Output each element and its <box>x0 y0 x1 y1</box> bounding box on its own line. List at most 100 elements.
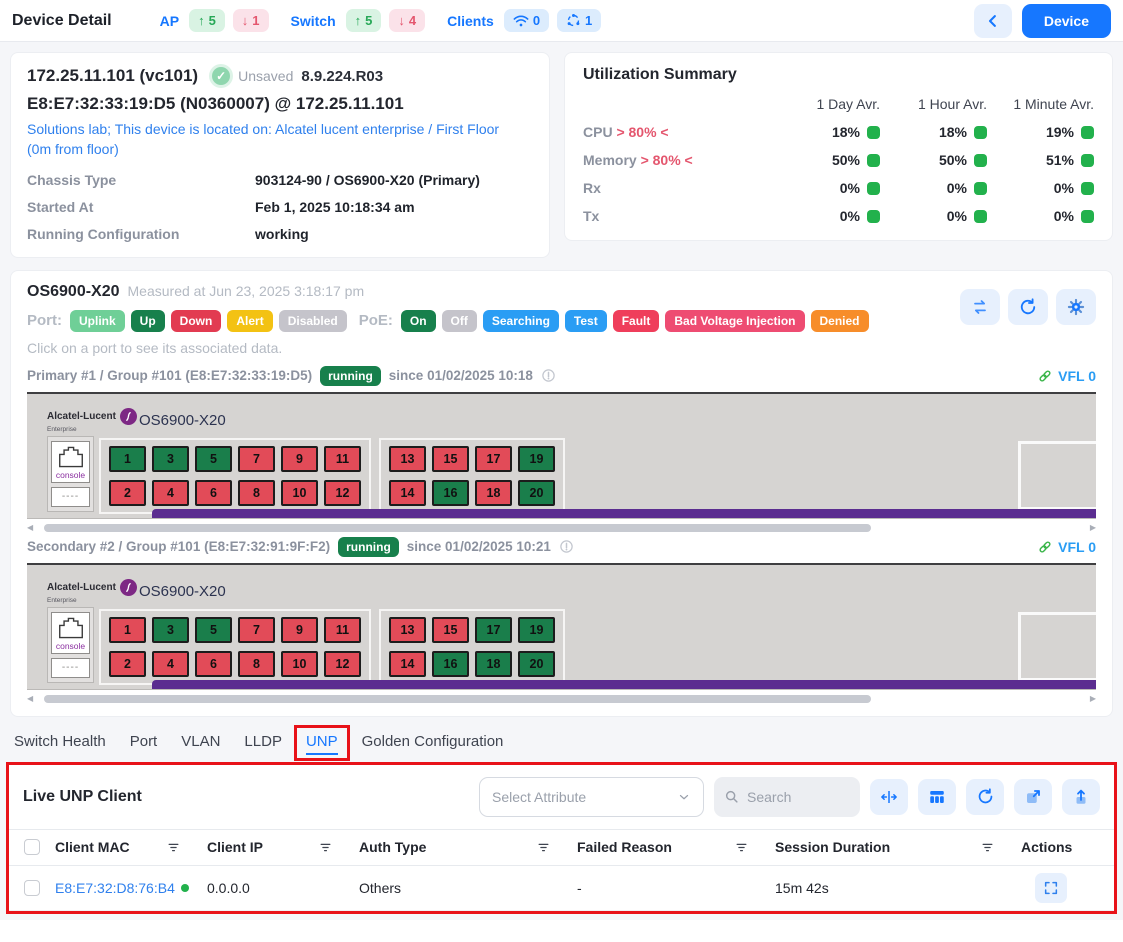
scroll-left-icon[interactable]: ◀ <box>27 524 33 532</box>
port[interactable]: 7 <box>238 617 275 643</box>
scrollbar-thumb[interactable] <box>44 524 871 532</box>
rj45-icon <box>56 615 86 641</box>
filter-icon[interactable] <box>166 840 181 855</box>
port[interactable]: 16 <box>432 651 469 677</box>
status-ok-icon <box>974 210 987 223</box>
top-actions: Device <box>974 4 1111 38</box>
port[interactable]: 20 <box>518 480 555 506</box>
open-external-button[interactable] <box>1014 779 1052 815</box>
ap-up-badge: ↑5 <box>189 9 225 32</box>
port[interactable]: 18 <box>475 651 512 677</box>
port[interactable]: 18 <box>475 480 512 506</box>
port[interactable]: 10 <box>281 480 318 506</box>
port[interactable]: 14 <box>389 651 426 677</box>
port[interactable]: 20 <box>518 651 555 677</box>
columns-button[interactable] <box>918 779 956 815</box>
metric-value: 0% <box>880 180 987 196</box>
expand-row-button[interactable] <box>1035 873 1067 903</box>
port[interactable]: 15 <box>432 446 469 472</box>
device-location-link[interactable]: Solutions lab; This device is located on… <box>27 119 507 160</box>
port[interactable]: 8 <box>238 480 275 506</box>
filter-icon[interactable] <box>536 840 551 855</box>
row-checkbox[interactable] <box>24 880 40 896</box>
port[interactable]: 4 <box>152 651 189 677</box>
port[interactable]: 9 <box>281 446 318 472</box>
port[interactable]: 13 <box>389 617 426 643</box>
device-mac-title: E8:E7:32:33:19:D5 (N0360007) @ 172.25.11… <box>27 94 533 114</box>
port[interactable]: 19 <box>518 617 555 643</box>
port[interactable]: 8 <box>238 651 275 677</box>
port[interactable]: 5 <box>195 446 232 472</box>
scroll-right-icon[interactable]: ▶ <box>1090 524 1096 532</box>
filter-icon[interactable] <box>734 840 749 855</box>
refresh-table-button[interactable] <box>966 779 1004 815</box>
scroll-right-icon[interactable]: ▶ <box>1090 695 1096 703</box>
column-header: Auth Type <box>359 839 577 855</box>
port[interactable]: 3 <box>152 446 189 472</box>
settings-button[interactable] <box>1056 289 1096 325</box>
tab[interactable]: VLAN <box>181 733 220 750</box>
scrollbar-thumb[interactable] <box>44 695 871 703</box>
select-all-checkbox[interactable] <box>24 839 40 855</box>
info-icon[interactable] <box>541 368 556 383</box>
swap-view-button[interactable] <box>960 289 1000 325</box>
tab[interactable]: LLDP <box>244 733 282 750</box>
port[interactable]: 7 <box>238 446 275 472</box>
port[interactable]: 13 <box>389 446 426 472</box>
port[interactable]: 14 <box>389 480 426 506</box>
filter-icon[interactable] <box>318 840 333 855</box>
port[interactable]: 10 <box>281 651 318 677</box>
info-icon[interactable] <box>559 539 574 554</box>
port-group-1: 1357911 24681012 <box>99 609 371 685</box>
port[interactable]: 5 <box>195 617 232 643</box>
chevron-left-icon <box>984 12 1002 30</box>
port[interactable]: 6 <box>195 651 232 677</box>
panel1-scrollbar[interactable]: ◀ ▶ <box>27 523 1096 533</box>
port[interactable]: 19 <box>518 446 555 472</box>
panel1-vfl-link[interactable]: VFL 0 <box>1037 368 1096 384</box>
attribute-select[interactable]: Select Attribute <box>479 777 704 817</box>
bottom-spacer <box>0 920 1123 942</box>
port[interactable]: 12 <box>324 480 361 506</box>
threshold: > 80% < <box>616 124 668 140</box>
port[interactable]: 16 <box>432 480 469 506</box>
port[interactable]: 9 <box>281 617 318 643</box>
device-button[interactable]: Device <box>1022 4 1111 38</box>
port[interactable]: 2 <box>109 480 146 506</box>
port[interactable]: 17 <box>475 446 512 472</box>
port[interactable]: 12 <box>324 651 361 677</box>
port[interactable]: 2 <box>109 651 146 677</box>
client-mac-link[interactable]: E8:E7:32:D8:76:B4 <box>55 880 175 896</box>
port-group-1: 1357911 24681012 <box>99 438 371 514</box>
port[interactable]: 1 <box>109 617 146 643</box>
filter-icon[interactable] <box>980 840 995 855</box>
refresh-button[interactable] <box>1008 289 1048 325</box>
port[interactable]: 4 <box>152 480 189 506</box>
scroll-left-icon[interactable]: ◀ <box>27 695 33 703</box>
search-input[interactable] <box>747 789 847 805</box>
fullscreen-icon <box>1043 880 1059 896</box>
port[interactable]: 1 <box>109 446 146 472</box>
expand-columns-button[interactable] <box>870 779 908 815</box>
ap-label: AP <box>160 13 179 29</box>
port[interactable]: 6 <box>195 480 232 506</box>
port[interactable]: 17 <box>475 617 512 643</box>
wifi-icon <box>513 14 529 28</box>
switch-panel-secondary: Alcatel-Lucent Enterprise OS6900-X20 con… <box>27 563 1096 690</box>
tab[interactable]: UNP <box>306 733 338 750</box>
port[interactable]: 11 <box>324 446 361 472</box>
tab[interactable]: Switch Health <box>14 733 106 750</box>
tab[interactable]: Port <box>130 733 158 750</box>
port[interactable]: 15 <box>432 617 469 643</box>
port[interactable]: 3 <box>152 617 189 643</box>
device-stats: AP ↑5 ↓1 Switch ↑5 ↓4 Clients 0 1 <box>160 9 602 32</box>
panel2-vfl-link[interactable]: VFL 0 <box>1037 539 1096 555</box>
column-header: Failed Reason <box>577 839 775 855</box>
back-button[interactable] <box>974 4 1012 38</box>
export-button[interactable] <box>1062 779 1100 815</box>
panel2-scrollbar[interactable]: ◀ ▶ <box>27 694 1096 704</box>
search-box[interactable] <box>714 777 860 817</box>
clients-wired-badge: 1 <box>557 9 601 32</box>
port[interactable]: 11 <box>324 617 361 643</box>
tab[interactable]: Golden Configuration <box>362 733 504 750</box>
